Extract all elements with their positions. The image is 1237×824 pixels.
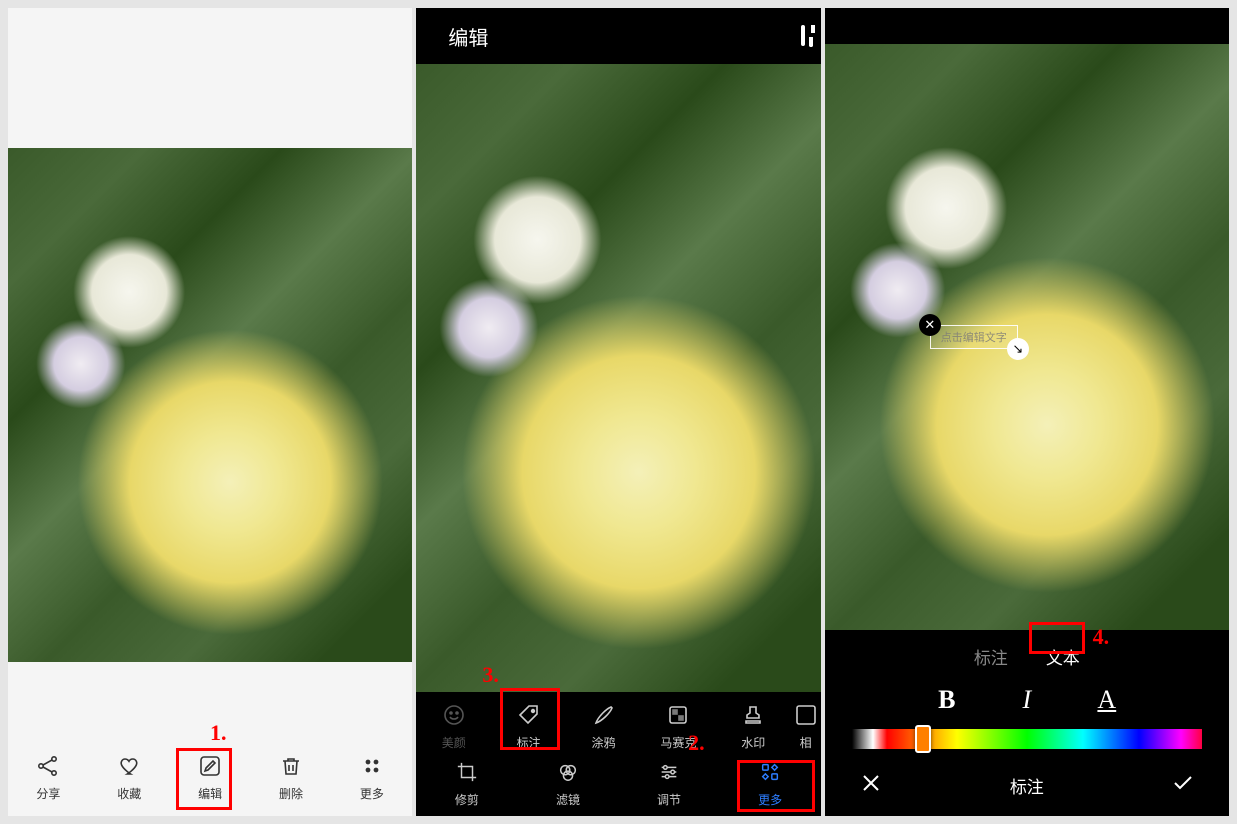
brush-icon (591, 702, 617, 728)
cancel-button[interactable] (859, 771, 883, 800)
draw-label: 涂鸦 (592, 734, 616, 751)
more-button[interactable]: 更多 (331, 753, 412, 802)
confirm-title: 标注 (883, 773, 1171, 798)
editor-photo-viewport[interactable] (416, 64, 820, 692)
photo-viewport[interactable] (8, 64, 412, 745)
adjust-label: 调节 (657, 791, 681, 808)
tag-icon (516, 702, 542, 728)
editor-tools-panel: 美颜 标注 涂鸦 马赛克 水印 相 (416, 692, 820, 816)
italic-button[interactable]: I (1012, 685, 1042, 715)
check-icon (1171, 771, 1195, 795)
watermark-tool[interactable]: 水印 (716, 702, 791, 751)
filter-icon (555, 759, 581, 785)
editor-tools-row-2: 修剪 滤镜 调节 更多 (416, 755, 820, 812)
viewer-topbar (8, 8, 412, 64)
text-overlay-placeholder[interactable]: 点击编辑文字 (930, 325, 1018, 349)
text-photo-viewport[interactable]: ✕ 点击编辑文字 ↘ (825, 44, 1229, 630)
color-slider-handle[interactable] (915, 725, 931, 753)
viewer-bottom-toolbar: 分享 收藏 编辑 删除 更多 (8, 745, 412, 816)
face-icon (441, 702, 467, 728)
sliders-icon (656, 759, 682, 785)
font-button[interactable]: A (1092, 685, 1122, 715)
watermark-label: 水印 (741, 734, 765, 751)
more-tools[interactable]: 更多 (720, 759, 821, 808)
frame-icon (793, 702, 819, 728)
delete-button[interactable]: 删除 (251, 753, 332, 802)
share-label: 分享 (36, 785, 60, 802)
beauty-label: 美颜 (442, 734, 466, 751)
grid-icon (757, 759, 783, 785)
more-label: 更多 (360, 785, 384, 802)
favorite-label: 收藏 (117, 785, 141, 802)
tab-text[interactable]: 文本 (1040, 642, 1086, 671)
mosaic-icon (665, 702, 691, 728)
editor-title: 编辑 (448, 22, 488, 51)
stamp-icon (740, 702, 766, 728)
favorite-button[interactable]: 收藏 (89, 753, 170, 802)
text-annotate-screen: ✕ 点击编辑文字 ↘ 标注 文本 B I A 标注 4. (825, 8, 1229, 816)
photo-content (8, 148, 412, 662)
crop-tool[interactable]: 修剪 (416, 759, 517, 808)
frame-label: 相 (800, 734, 812, 751)
text-topbar (825, 8, 1229, 44)
mosaic-label: 马赛克 (660, 734, 696, 751)
draw-tool[interactable]: 涂鸦 (566, 702, 641, 751)
editor-tools-row-1: 美颜 标注 涂鸦 马赛克 水印 相 (416, 698, 820, 755)
edit-icon (197, 753, 223, 779)
editor-screen: 编辑 美颜 标注 涂鸦 马赛克 (416, 8, 820, 816)
adjust-tool[interactable]: 调节 (618, 759, 719, 808)
resize-handle-icon[interactable]: ↘ (1007, 338, 1029, 360)
bold-button[interactable]: B (932, 685, 962, 715)
editor-topbar: 编辑 (416, 8, 820, 64)
filter-tool[interactable]: 滤镜 (517, 759, 618, 808)
frame-tool[interactable]: 相 (791, 702, 821, 751)
delete-label: 删除 (279, 785, 303, 802)
filter-label: 滤镜 (556, 791, 580, 808)
text-style-row: B I A (932, 685, 1122, 715)
photo-content (416, 64, 820, 692)
text-overlay-box[interactable]: ✕ 点击编辑文字 ↘ (930, 325, 1018, 349)
share-icon (35, 753, 61, 779)
gallery-viewer-screen: 分享 收藏 编辑 删除 更多 1. (8, 8, 412, 816)
more-icon (359, 753, 385, 779)
photo-content (825, 44, 1229, 630)
more-tools-label: 更多 (758, 791, 782, 808)
annotate-label: 标注 (517, 734, 541, 751)
crop-icon (454, 759, 480, 785)
heart-icon (116, 753, 142, 779)
mosaic-tool[interactable]: 马赛克 (641, 702, 716, 751)
text-tabs: 标注 文本 (968, 642, 1086, 671)
beauty-tool[interactable]: 美颜 (416, 702, 491, 751)
save-icon (801, 25, 805, 46)
tab-annotate[interactable]: 标注 (968, 642, 1014, 671)
color-slider[interactable] (852, 729, 1202, 749)
crop-label: 修剪 (455, 791, 479, 808)
edit-button[interactable]: 编辑 (170, 753, 251, 802)
close-icon (859, 771, 883, 795)
close-icon[interactable]: ✕ (919, 314, 941, 336)
trash-icon (278, 753, 304, 779)
annotate-tool[interactable]: 标注 (491, 702, 566, 751)
edit-label: 编辑 (198, 785, 222, 802)
save-button[interactable] (801, 27, 805, 45)
confirm-row: 标注 (837, 763, 1217, 800)
text-tool-panel: 标注 文本 B I A 标注 (825, 630, 1229, 816)
share-button[interactable]: 分享 (8, 753, 89, 802)
confirm-button[interactable] (1171, 771, 1195, 800)
